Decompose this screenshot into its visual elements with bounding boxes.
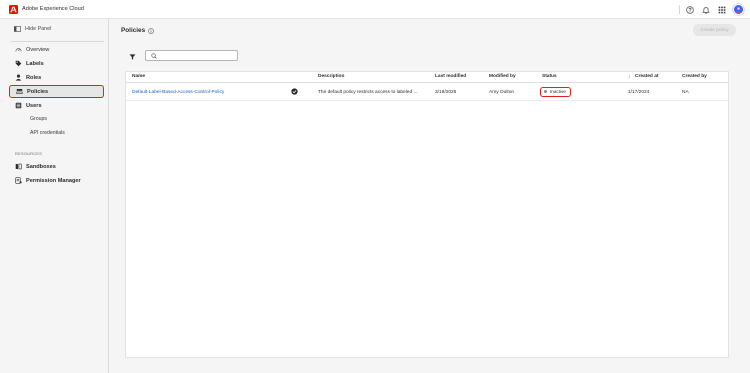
sidebar-divider — [11, 41, 104, 42]
column-header-created-by[interactable]: Created by — [682, 74, 707, 79]
users-icon — [14, 102, 22, 110]
table-row[interactable]: Default-Label-Based-Access-Control-Polic… — [126, 83, 728, 101]
overview-icon — [14, 46, 22, 54]
policy-last-modified: 3/19/2025 — [435, 89, 457, 95]
page-title: Policies — [121, 27, 154, 34]
sidebar-item-users[interactable]: Users — [9, 99, 104, 112]
policy-created-at: 1/17/2024 — [628, 89, 650, 95]
search-field[interactable] — [145, 50, 238, 61]
app-name[interactable]: Adobe Experience Cloud — [22, 6, 84, 12]
policy-created-by: NA — [682, 89, 689, 95]
tag-icon — [14, 60, 22, 68]
status-dot-icon — [544, 90, 547, 93]
sidebar-item-label: Labels — [26, 60, 44, 67]
policy-description: The default policy restricts access to l… — [318, 89, 418, 95]
top-bar: Adobe Experience Cloud — [0, 0, 750, 19]
sidebar-item-label: Permission Manager — [26, 177, 81, 184]
page-title-text: Policies — [121, 27, 146, 34]
status-text: Inactive — [550, 89, 566, 94]
sidebar-item-permission-manager[interactable]: Permission Manager — [9, 174, 104, 187]
resources-heading: RESOURCES — [15, 151, 43, 156]
sidebar-item-policies[interactable]: Policies — [9, 85, 104, 98]
column-header-modified-by[interactable]: Modified by — [489, 74, 516, 79]
sidebar-item-overview[interactable]: Overview — [9, 43, 104, 56]
column-header-last-modified[interactable]: Last modified — [435, 74, 466, 79]
permission-manager-icon — [14, 177, 22, 185]
sidebar-subitem-groups[interactable]: Groups — [30, 116, 47, 122]
sidebar-item-label: Policies — [27, 88, 49, 95]
bell-icon[interactable] — [701, 5, 710, 14]
search-input[interactable] — [160, 52, 235, 59]
help-icon[interactable] — [685, 5, 694, 14]
sidebar-item-sandboxes[interactable]: Sandboxes — [9, 160, 104, 173]
policy-name-link[interactable]: Default-Label-Based-Access-Control-Polic… — [132, 90, 224, 95]
user-avatar[interactable] — [733, 4, 744, 15]
info-icon[interactable] — [148, 27, 154, 34]
filter-icon[interactable] — [129, 54, 136, 60]
column-header-description[interactable]: Description — [318, 74, 344, 79]
adobe-logo-icon[interactable] — [9, 4, 18, 14]
hide-panel-button[interactable]: Hide Panel — [14, 26, 51, 32]
policy-icon — [15, 88, 23, 96]
checkmark-circle-icon — [291, 88, 298, 95]
left-sidebar: Hide Panel Overview Labels Roles Policie… — [0, 19, 109, 373]
sandbox-icon — [14, 163, 22, 171]
person-icon — [14, 74, 22, 82]
column-header-created-at[interactable]: Created at — [635, 74, 658, 79]
sort-descending-icon[interactable]: ↓ — [628, 74, 631, 80]
sidebar-item-label: Users — [26, 102, 42, 109]
column-header-status[interactable]: Status — [542, 74, 557, 79]
status-badge: Inactive — [540, 86, 571, 97]
sidebar-item-roles[interactable]: Roles — [9, 71, 104, 84]
search-icon — [151, 52, 157, 59]
create-policy-button[interactable]: Create policy — [693, 24, 736, 36]
hide-panel-label: Hide Panel — [25, 26, 52, 32]
sidebar-item-label: Sandboxes — [26, 163, 56, 170]
panel-icon — [14, 26, 21, 32]
sidebar-item-label: Roles — [26, 74, 42, 81]
sidebar-subitem-api-credentials[interactable]: API credentials — [30, 130, 65, 136]
policy-modified-by: Amy Oulton — [489, 89, 515, 95]
header-divider — [679, 5, 680, 14]
policies-table: Name Description Last modified Modified … — [125, 71, 729, 358]
apps-grid-icon[interactable] — [717, 5, 726, 14]
column-header-name[interactable]: Name — [132, 74, 145, 79]
sidebar-item-labels[interactable]: Labels — [9, 57, 104, 70]
sidebar-item-label: Overview — [26, 46, 50, 53]
main-content: Policies Create policy Name Description … — [110, 19, 750, 373]
